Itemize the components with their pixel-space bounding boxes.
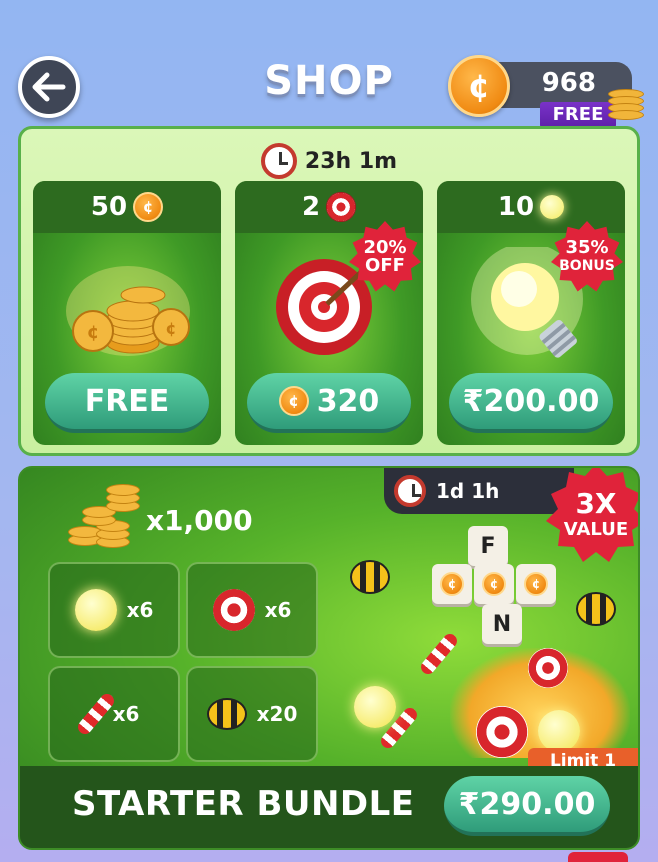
offer-card-coins[interactable]: 50 ¢ ¢ ¢ FREE: [33, 181, 221, 445]
free-tag: FREE: [540, 102, 616, 128]
bundle-item-count: x6: [264, 598, 292, 622]
bundle-coins-amount: x1,000: [146, 504, 253, 537]
coin-icon: ¢: [448, 55, 510, 117]
bee-icon: [206, 698, 247, 730]
clock-icon: [260, 143, 297, 179]
offer-price: FREE: [84, 383, 170, 419]
letter-tile-f: F: [468, 526, 508, 566]
badge-line2: VALUE: [563, 518, 629, 540]
bee-icon: [350, 560, 390, 594]
offer-card-header: 10: [437, 181, 625, 233]
coin-tile: ¢: [432, 564, 472, 604]
bundle-item-lightbulb: x6: [48, 562, 180, 658]
letter-tile-n: N: [482, 604, 522, 644]
offer-card-lightbulbs[interactable]: 10 35% BONUS ₹200.00: [437, 181, 625, 445]
letter-tile-text: N: [492, 611, 512, 637]
next-panel-badge-peek: [568, 852, 628, 862]
coin-icon: ¢: [278, 386, 309, 416]
letter-tile-text: F: [480, 533, 496, 559]
bundle-name: STARTER BUNDLE: [72, 784, 415, 824]
coin-icon: ¢: [440, 572, 464, 596]
badge-line2: BONUS: [559, 258, 615, 274]
bundle-item-bee: x20: [186, 666, 318, 762]
coin-stack-icon: [608, 89, 644, 120]
bundle-timer: 1d 1h: [384, 468, 574, 514]
buy-lightbulbs-button[interactable]: ₹200.00: [449, 373, 613, 433]
lightbulb-icon: [540, 195, 565, 219]
target-icon: [212, 589, 255, 631]
starter-bundle-panel[interactable]: x1,000 x6 x6 x6 x20 1d 1h 3X VALUE F ¢ ¢…: [18, 466, 640, 850]
svg-text:¢: ¢: [87, 322, 100, 343]
daily-offers-timer: 23h 1m: [21, 143, 637, 179]
clock-icon: [394, 475, 426, 507]
bundle-timer-text: 1d 1h: [436, 479, 500, 503]
offer-quantity: 10: [497, 192, 535, 222]
bundle-item-target: x6: [186, 562, 318, 658]
offer-card-targets[interactable]: 2 20% OFF ¢ 320: [235, 181, 423, 445]
lightbulb-icon: [538, 710, 580, 752]
bundle-price: ₹290.00: [458, 786, 596, 822]
rocket-icon: [74, 691, 117, 737]
badge-line2: OFF: [365, 255, 405, 276]
shop-header: SHOP 968 ¢ FREE: [0, 0, 658, 128]
offer-quantity: 2: [301, 192, 321, 222]
coin-icon: ¢: [482, 572, 506, 596]
offer-price: ₹200.00: [462, 383, 600, 419]
target-icon: [476, 706, 528, 758]
badge-line1: 3X: [575, 486, 617, 520]
offer-quantity: 50: [90, 192, 128, 222]
daily-offers-panel: 23h 1m 50 ¢ ¢ ¢ FREE 2 20% OFF ¢ 320 10 …: [18, 126, 640, 456]
coin-icon: ¢: [133, 192, 164, 222]
offer-card-header: 2: [235, 181, 423, 233]
coin-pile-icon: ¢ ¢: [66, 266, 190, 356]
coin-tile: ¢: [516, 564, 556, 604]
target-icon: [528, 648, 568, 688]
coin-balance-amount: 968: [541, 68, 596, 98]
target-icon: [326, 192, 357, 222]
buy-targets-button[interactable]: ¢ 320: [247, 373, 411, 433]
bundle-item-count: x6: [112, 702, 140, 726]
buy-free-coins-button[interactable]: FREE: [45, 373, 209, 433]
coin-icon: ¢: [524, 572, 548, 596]
lightbulb-icon: [74, 589, 117, 631]
lightbulb-icon: [354, 686, 396, 728]
bee-icon: [576, 592, 616, 626]
bundle-item-count: x20: [256, 702, 298, 726]
bundle-footer: STARTER BUNDLE ₹290.00: [20, 766, 638, 848]
daily-offers-timer-text: 23h 1m: [304, 148, 398, 174]
svg-text:¢: ¢: [165, 319, 176, 338]
bundle-item-rocket: x6: [48, 666, 180, 762]
offer-price: 320: [316, 383, 380, 419]
badge-line1: 35%: [565, 237, 609, 258]
offer-card-header: 50 ¢: [33, 181, 221, 233]
bundle-item-count: x6: [126, 598, 154, 622]
buy-bundle-button[interactable]: ₹290.00: [444, 776, 610, 836]
coin-tile: ¢: [474, 564, 514, 604]
coin-stack-icon: [66, 484, 146, 554]
